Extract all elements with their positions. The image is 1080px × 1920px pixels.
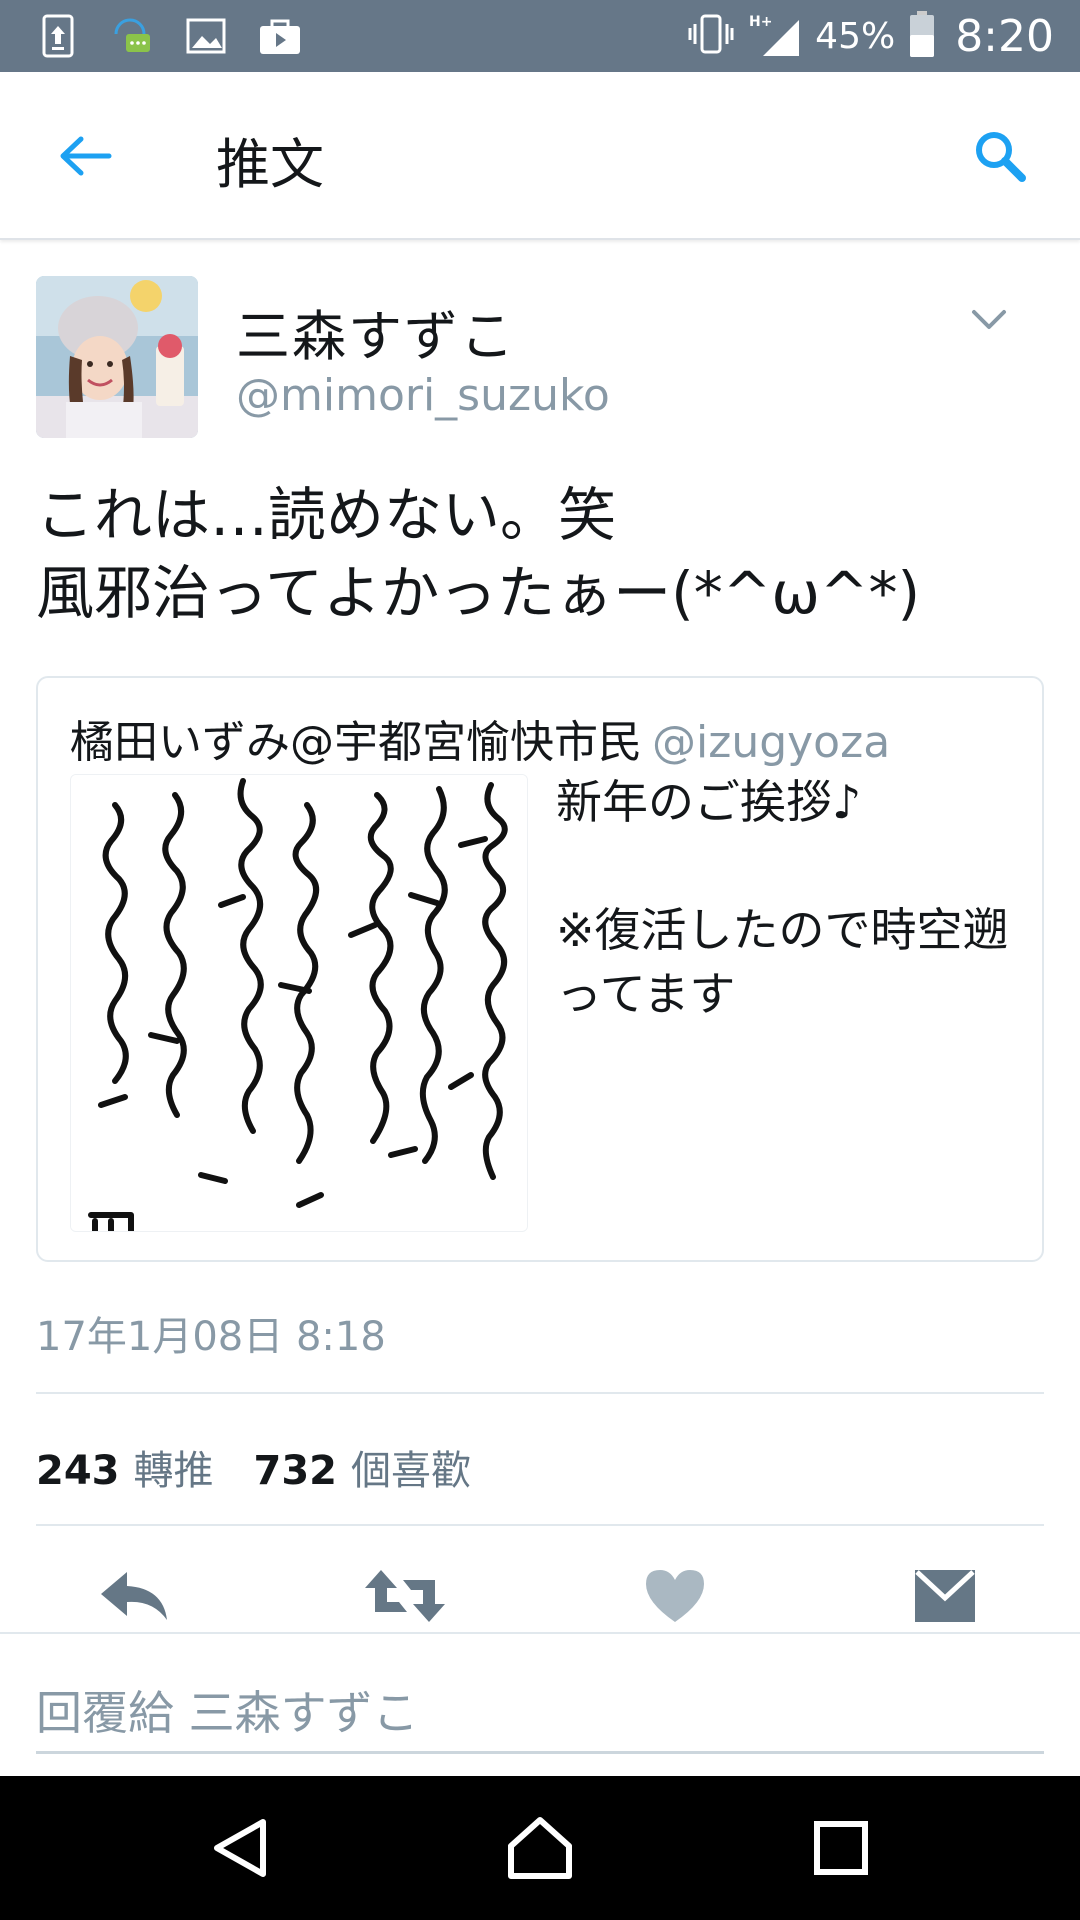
signal-icon: H+ bbox=[749, 12, 801, 60]
direct-message-icon bbox=[915, 1570, 975, 1622]
status-bar: H+ 45% 8:20 bbox=[0, 0, 1080, 72]
quoted-author-name: 橘田いずみ@宇都宮愉快市民 bbox=[70, 717, 642, 768]
notification-icons bbox=[36, 10, 302, 62]
avatar[interactable] bbox=[36, 276, 198, 438]
page-title: 推文 bbox=[216, 133, 324, 196]
chevron-down-icon bbox=[972, 310, 1006, 329]
tweet-text-line-1: これは…読めない。笑 bbox=[36, 481, 617, 549]
chat-icon bbox=[110, 14, 154, 58]
tweet-text-line-2: 風邪治ってよかったぁー(*^ω^*) bbox=[36, 559, 921, 627]
tweet-action-bar bbox=[0, 1556, 1080, 1636]
nav-home-button[interactable] bbox=[495, 1806, 585, 1890]
reply-icon bbox=[101, 1572, 167, 1620]
tweet-timestamp: 17年1月08日 8:18 bbox=[36, 1314, 386, 1360]
tweet-options-button[interactable] bbox=[964, 300, 1014, 340]
arrow-left-icon bbox=[60, 136, 112, 176]
app-header: 推文 bbox=[0, 72, 1080, 240]
like-icon bbox=[646, 1570, 704, 1622]
store-icon bbox=[258, 14, 302, 58]
triangle-back-icon bbox=[214, 1819, 266, 1877]
divider bbox=[36, 1392, 1044, 1394]
quoted-tweet-text: 新年のご挨拶♪ ※復活したので時空遡ってます bbox=[556, 775, 1009, 1021]
back-button[interactable] bbox=[50, 124, 120, 188]
search-button[interactable] bbox=[964, 120, 1036, 192]
retweets-label[interactable]: 轉推 bbox=[134, 1438, 214, 1496]
direct-message-button[interactable] bbox=[900, 1556, 990, 1636]
home-icon bbox=[508, 1817, 572, 1879]
nav-recents-button[interactable] bbox=[796, 1806, 886, 1890]
reply-input[interactable] bbox=[36, 1674, 1044, 1754]
battery-percent: 45% bbox=[815, 15, 896, 57]
retweet-button[interactable] bbox=[360, 1556, 450, 1636]
reply-bar bbox=[0, 1632, 1080, 1776]
upload-icon bbox=[36, 14, 80, 58]
vibrate-icon bbox=[687, 14, 735, 58]
system-nav-bar bbox=[0, 1776, 1080, 1920]
like-button[interactable] bbox=[630, 1556, 720, 1636]
retweet-icon bbox=[365, 1570, 445, 1622]
image-icon bbox=[184, 14, 228, 58]
likes-label[interactable]: 個喜歡 bbox=[351, 1438, 471, 1496]
svg-text:H+: H+ bbox=[749, 14, 772, 30]
quoted-tweet-card[interactable]: 橘田いずみ@宇都宮愉快市民 @izugyoza 新年のご挨拶♪ ※復活したので時空… bbox=[36, 676, 1044, 1262]
quoted-tweet-header: 橘田いずみ@宇都宮愉快市民 @izugyoza bbox=[70, 706, 890, 770]
square-recents-icon bbox=[814, 1821, 868, 1875]
reply-button[interactable] bbox=[90, 1556, 180, 1636]
author-name[interactable]: 三森すずこ bbox=[236, 292, 516, 371]
search-icon bbox=[976, 132, 1026, 182]
quoted-tweet-image[interactable] bbox=[70, 774, 528, 1232]
tweet-text: これは…読めない。笑 風邪治ってよかったぁー(*^ω^*) bbox=[36, 476, 1036, 632]
likes-count[interactable]: 732 bbox=[254, 1448, 338, 1494]
quoted-author-handle: @izugyoza bbox=[652, 717, 891, 768]
battery-icon bbox=[909, 11, 935, 61]
clock: 8:20 bbox=[955, 10, 1054, 62]
system-indicators: H+ 45% 8:20 bbox=[687, 8, 1054, 64]
divider bbox=[36, 1524, 1044, 1526]
author-handle[interactable]: @mimori_suzuko bbox=[236, 370, 610, 421]
tweet-stats: 243 轉推 732 個喜歡 bbox=[36, 1438, 511, 1496]
retweets-count[interactable]: 243 bbox=[36, 1448, 120, 1494]
nav-back-button[interactable] bbox=[196, 1806, 286, 1890]
